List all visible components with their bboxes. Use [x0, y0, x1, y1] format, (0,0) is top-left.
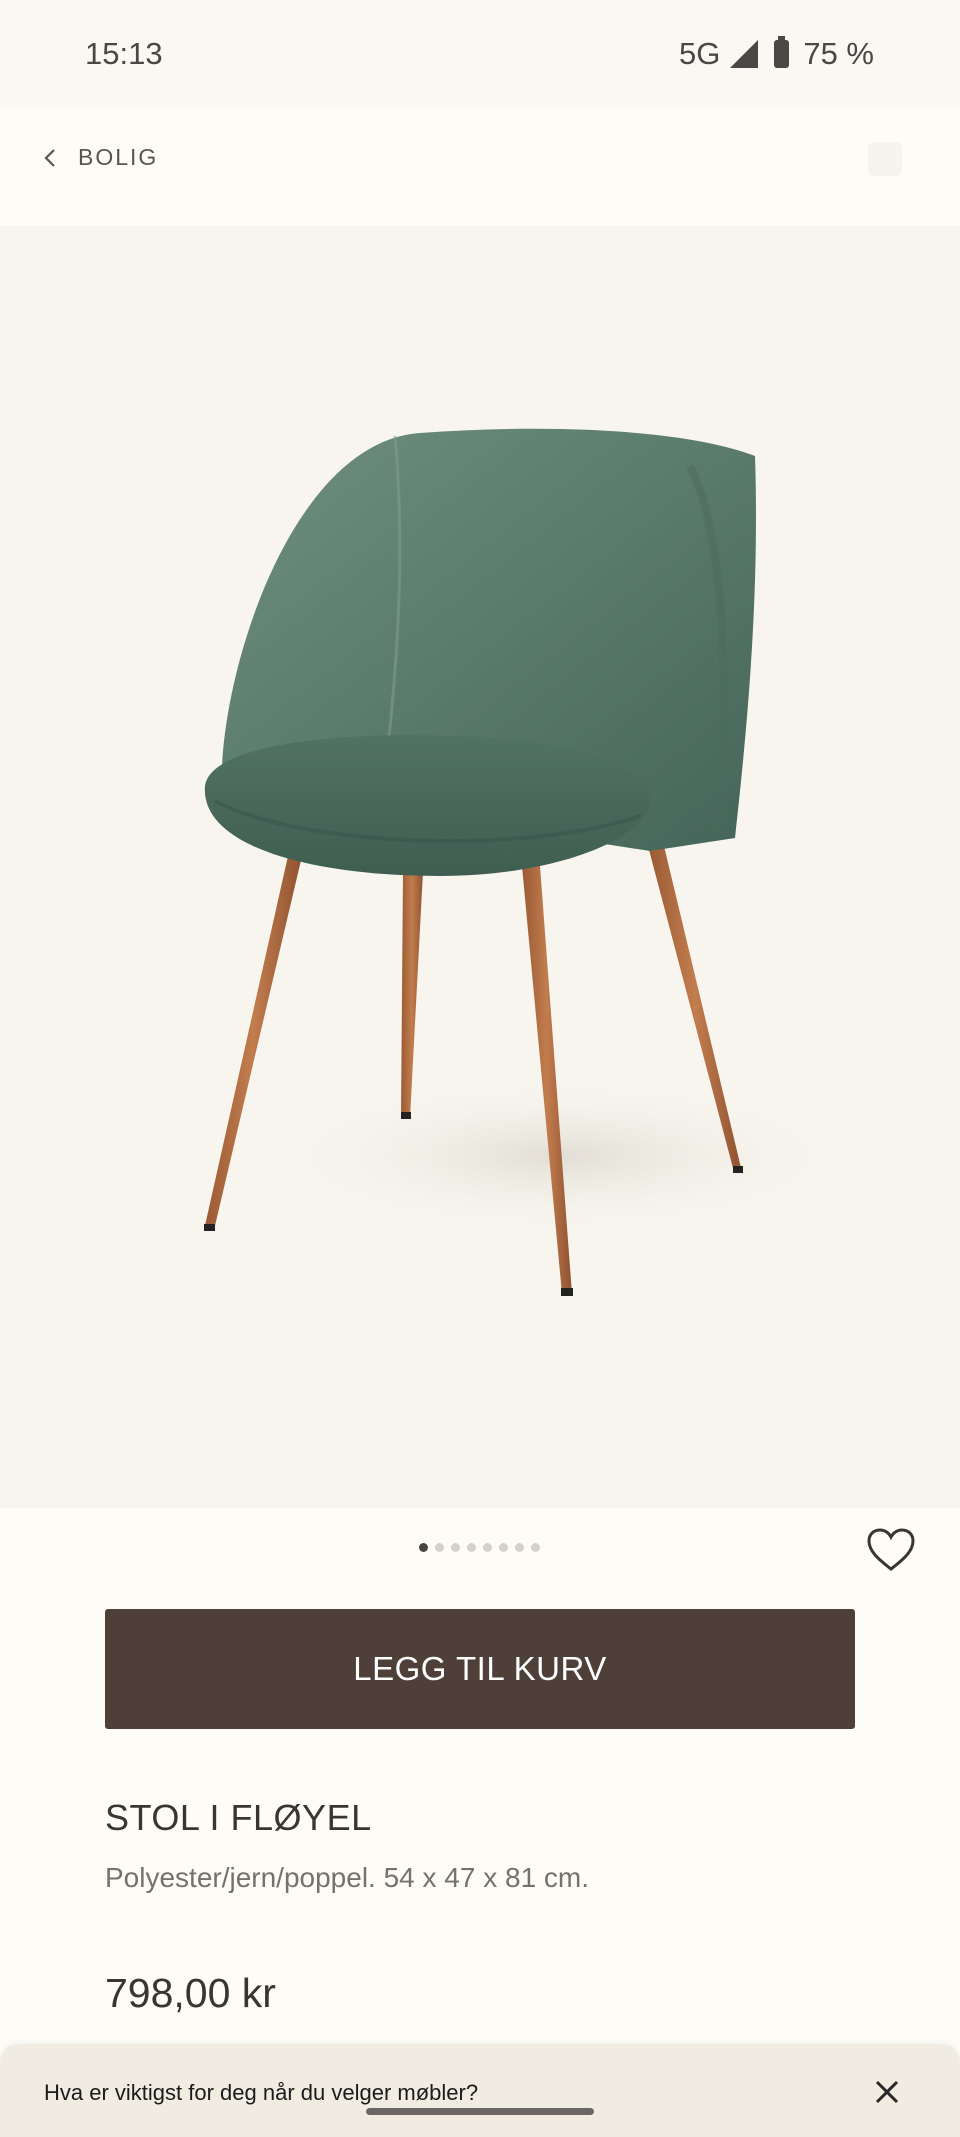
back-button[interactable]: BOLIG [40, 144, 158, 171]
product-image[interactable] [0, 226, 960, 1508]
close-icon[interactable] [872, 2077, 902, 2107]
gallery-pagination [419, 1543, 540, 1552]
pagination-dot[interactable] [451, 1543, 460, 1552]
back-label: BOLIG [78, 144, 159, 170]
top-header: BOLIG [0, 108, 960, 226]
chair-image [204, 428, 860, 1296]
pagination-dot[interactable] [419, 1543, 428, 1552]
home-indicator[interactable] [366, 2108, 594, 2115]
heart-icon [867, 1528, 915, 1571]
pagination-dot[interactable] [467, 1543, 476, 1552]
pagination-dot[interactable] [499, 1543, 508, 1552]
battery-icon [774, 36, 790, 68]
favorite-button[interactable] [866, 1527, 916, 1573]
battery-level: 75 % [803, 36, 874, 71]
pagination-dot[interactable] [435, 1543, 444, 1552]
survey-question[interactable]: Hva er viktigst for deg når du velger mø… [44, 2080, 478, 2106]
chevron-left-icon [44, 148, 55, 167]
header-action-placeholder [868, 142, 902, 176]
network-label: 5G [678, 36, 721, 71]
status-time: 15:13 [85, 36, 163, 71]
add-to-cart-button[interactable]: LEGG TIL KURV [105, 1609, 855, 1729]
pagination-dot[interactable] [515, 1543, 524, 1552]
status-bar: 15:13 5G 75 % [0, 0, 960, 108]
status-indicators: 5G 75 % [679, 36, 874, 72]
product-price: 798,00 kr [105, 1970, 276, 2016]
survey-banner: Hva er viktigst for deg når du velger mø… [0, 2044, 960, 2137]
product-description: Polyester/jern/poppel. 54 x 47 x 81 cm. [105, 1862, 590, 1893]
pagination-dot[interactable] [531, 1543, 540, 1552]
signal-icon [730, 40, 759, 68]
pagination-dot[interactable] [483, 1543, 492, 1552]
product-title: STOL I FLØYEL [105, 1797, 372, 1838]
